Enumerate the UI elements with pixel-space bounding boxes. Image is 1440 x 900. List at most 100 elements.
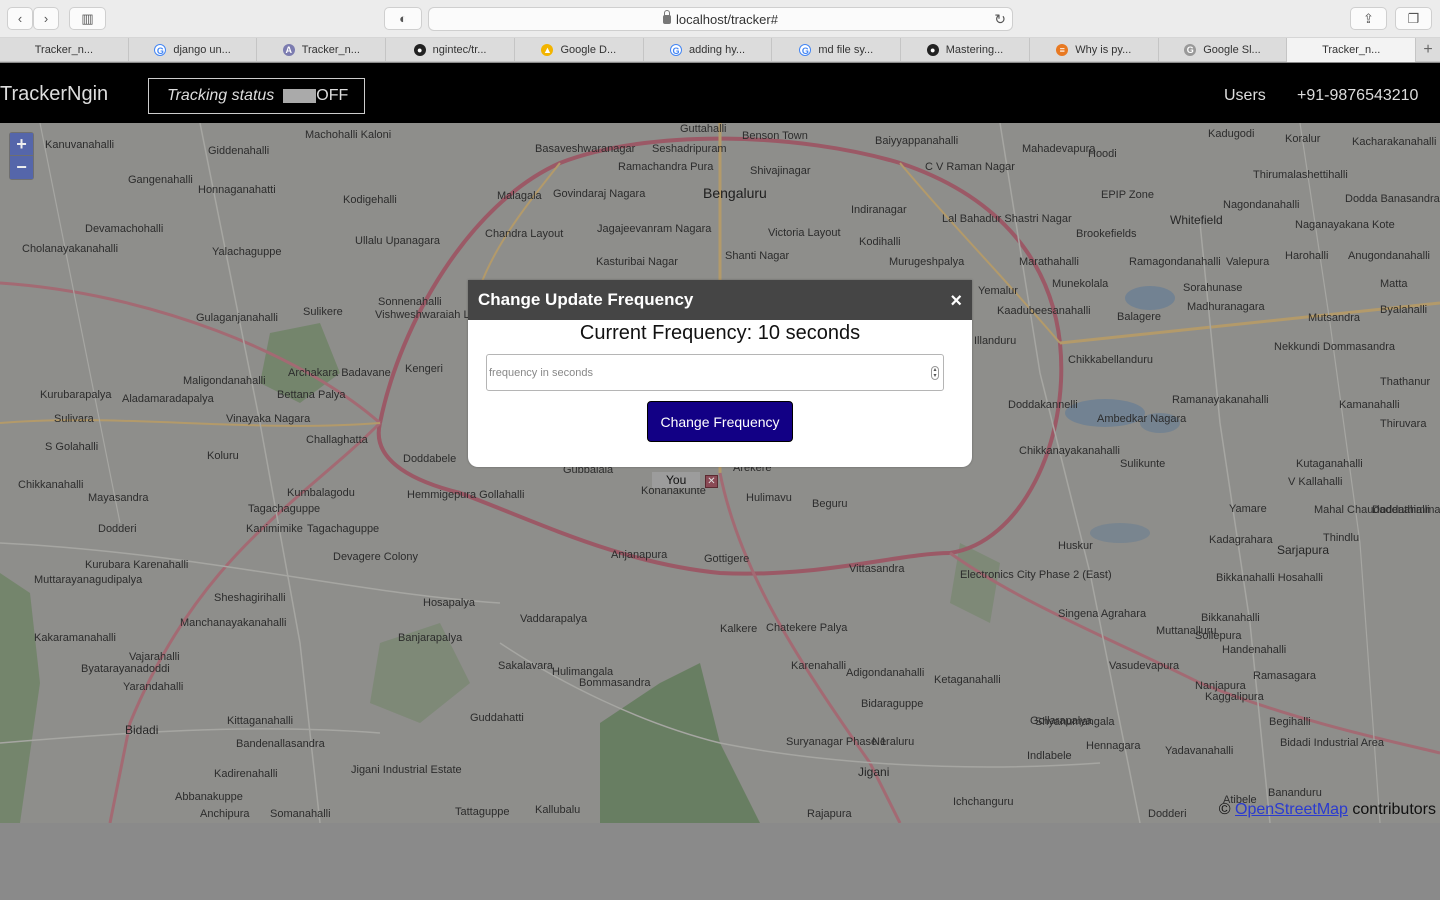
new-tab-icon[interactable]: + (1416, 38, 1440, 62)
browser-tab[interactable]: Gdjango un... (129, 38, 258, 62)
tracking-status-toggle[interactable]: Tracking status OFF (148, 78, 365, 114)
browser-tab[interactable]: Gmd file sy... (772, 38, 902, 62)
forward-icon[interactable]: › (33, 7, 59, 30)
map-place-label: Sorahunase (1183, 282, 1243, 294)
map-place-label: Tagachaguppe (248, 503, 321, 515)
map-place-label: Begihalli (1269, 716, 1311, 728)
frequency-input-placeholder: frequency in seconds (489, 366, 593, 379)
map-place-label: Kengeri (405, 363, 443, 375)
map-place-label: Vinayaka Nagara (226, 413, 311, 425)
map-place-label: Kalkere (720, 623, 758, 635)
map-attribution: © OpenStreetMap contributors (1218, 801, 1436, 818)
map-place-label: Anugondanahalli (1348, 250, 1430, 262)
brand-logo[interactable]: TrackerNgin (0, 83, 108, 106)
nav-users-link[interactable]: Users (1224, 87, 1266, 105)
map-place-label: Aladamaradapalya (122, 393, 214, 405)
map-place-label: Electronics City Phase 2 (East) (960, 569, 1112, 581)
map-place-label: Vajarahalli (129, 651, 180, 663)
map-place-label: Gottigere (704, 553, 750, 565)
map-place-label: Muttarayanagudipalya (34, 574, 143, 586)
map-place-label: Byatarayanadoddi (81, 663, 170, 675)
modal-header: Change Update Frequency × (468, 280, 972, 320)
map-place-label: Karenahalli (791, 660, 847, 672)
map-place-label: Yemalur (978, 285, 1018, 297)
map-place-label: Adigondanahalli (846, 667, 925, 679)
map-place-label: Thathanur (1380, 376, 1431, 388)
map-place-label: Hoodi (1088, 148, 1117, 160)
map-place-label: Brookefields (1076, 228, 1137, 240)
map-place-label: Bidaraguppe (861, 698, 924, 710)
browser-tab[interactable]: ● Mastering... (901, 38, 1030, 62)
browser-tab-label: Why is py... (1075, 44, 1132, 56)
map-place-label: Mahadevapura (1022, 143, 1096, 155)
map-place-label: Yadavanahalli (1165, 745, 1234, 757)
map-place-label: Chikkanayakanahalli (1019, 445, 1120, 457)
reload-icon[interactable]: ↻ (994, 11, 1006, 28)
number-spinner-icon[interactable]: ▴ ▾ (931, 366, 939, 380)
map-place-label: Handenahalli (1222, 644, 1287, 656)
map-place-label: Harohalli (1285, 250, 1329, 262)
privacy-shield-icon[interactable]: ◐ (384, 7, 422, 30)
browser-tab[interactable]: Tracker_n... (1287, 38, 1417, 62)
map-place-label: Kanimimike (246, 523, 303, 535)
map-place-label: Huskur (1058, 540, 1093, 552)
map-place-label: Naganayakana Kote (1295, 219, 1395, 231)
change-frequency-button[interactable]: Change Frequency (647, 401, 793, 442)
map-place-label: Archakara Badavane (288, 367, 391, 379)
map-place-label: Ramanayakanahalli (1172, 394, 1269, 406)
frequency-input[interactable]: frequency in seconds ▴ ▾ (486, 354, 944, 391)
browser-tab[interactable]: G Google Sl... (1159, 38, 1288, 62)
map-place-label: Beguru (812, 498, 848, 510)
map-place-label: Basaveshwaranagar (535, 143, 636, 155)
map-place-label: Kasturibai Nagar (596, 256, 678, 268)
map-place-label: Kanuvanahalli (45, 139, 115, 151)
openstreetmap-link[interactable]: OpenStreetMap (1235, 801, 1348, 818)
share-icon[interactable]: ⇪ (1350, 7, 1387, 30)
map-place-label: Gangenahalli (128, 174, 193, 186)
toggle-switch[interactable] (283, 89, 317, 103)
map-place-label: Hulimavu (746, 492, 792, 504)
map-place-label: Illanduru (974, 335, 1017, 347)
map-place-label: Mayasandra (88, 492, 149, 504)
map-place-label: Jigani (858, 765, 890, 779)
map-roads (0, 123, 1440, 823)
browser-tab[interactable]: ▲ Google D... (515, 38, 644, 62)
location-marker-icon[interactable]: ✕ (705, 475, 718, 488)
browser-tab[interactable]: A Tracker_n... (257, 38, 387, 62)
map-place-label: Doddabele (403, 453, 457, 465)
browser-tab[interactable]: ● ngintec/tr... (386, 38, 515, 62)
map-place-label: Benson Town (742, 130, 808, 142)
zoom-in-icon[interactable]: + (10, 133, 33, 156)
map-place-label: Shivajinagar (750, 165, 811, 177)
map-place-label: Ichchanguru (953, 796, 1014, 808)
browser-tab[interactable]: Gadding hy... (644, 38, 773, 62)
map-place-label: Kadugodi (1208, 128, 1255, 140)
map-place-label: Ramagondanahalli (1129, 256, 1221, 268)
you-location-label: You (652, 472, 701, 488)
address-bar[interactable]: localhost/tracker# ↻ (428, 7, 1013, 31)
zoom-out-icon[interactable]: − (10, 156, 33, 179)
back-icon[interactable]: ‹ (7, 7, 33, 30)
nav-phone-link[interactable]: +91-9876543210 (1297, 87, 1418, 105)
google-slides-icon: G (1184, 44, 1197, 56)
map-place-label: Jagajeevanram Nagara (597, 223, 712, 235)
map-place-label: V Kallahalli (1288, 476, 1343, 488)
close-icon[interactable]: × (950, 291, 962, 311)
map-place-label: Hemmigepura Gollahalli (407, 489, 525, 501)
map-place-label: Valepura (1226, 256, 1270, 268)
tab-overview-icon[interactable]: ❐ (1395, 7, 1432, 30)
map-place-label: S Golahalli (45, 441, 99, 453)
browser-tab-label: ngintec/tr... (432, 44, 487, 56)
map-place-label: Cholanayakanahalli (22, 243, 119, 255)
browser-tab[interactable]: Tracker_n... (0, 38, 129, 62)
map-view[interactable]: Bengaluru Whitefield Bidadi Jigani Sarjapura… (0, 123, 1440, 823)
map-place-label: Shyanumangala (1035, 716, 1115, 728)
map-place-label: Shanti Nagar (725, 250, 790, 262)
map-place-label: Kadagrahara (1209, 534, 1273, 546)
sidebar-toggle-icon[interactable]: ▥ (69, 7, 106, 30)
browser-tab-label: Tracker_n... (301, 44, 360, 56)
map-place-label: Mutsandra (1308, 312, 1360, 324)
map-place-label: Bidadi (125, 723, 159, 737)
map-place-label: Kaadubeesanahalli (997, 305, 1091, 317)
browser-tab[interactable]: ≡ Why is py... (1030, 38, 1159, 62)
